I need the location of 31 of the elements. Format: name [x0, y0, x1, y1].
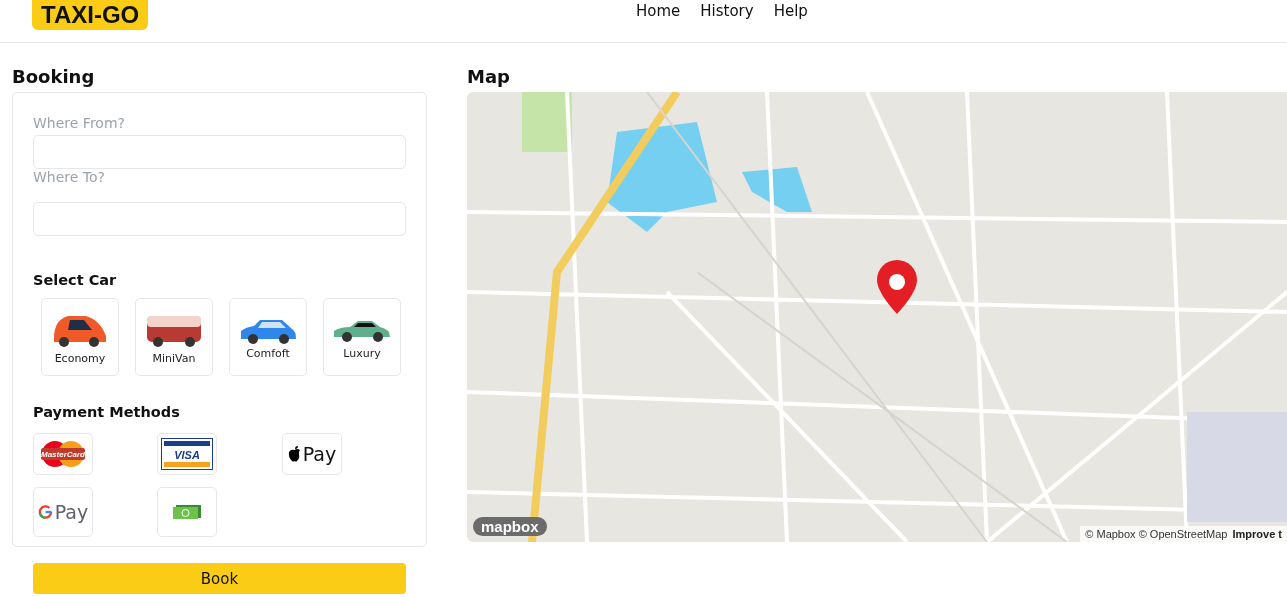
apple-icon	[287, 446, 301, 462]
payment-option[interactable]: Pay	[282, 433, 342, 475]
cash-icon	[172, 504, 202, 520]
map-heading: Map	[467, 65, 511, 89]
nav-link[interactable]: History	[700, 2, 754, 20]
book-button[interactable]: Book	[33, 563, 406, 594]
map-panel[interactable]: mapbox © Mapbox © OpenStreetMap Improve t	[467, 92, 1287, 542]
mapbox-logo[interactable]: mapbox	[473, 517, 547, 536]
field-label: Where To?	[33, 169, 106, 185]
location-input[interactable]	[33, 135, 406, 169]
pay-text: Pay	[302, 443, 337, 465]
pay-text: Pay	[54, 501, 89, 523]
improve-map-link[interactable]: Improve t	[1232, 528, 1282, 540]
attribution-text: © Mapbox © OpenStreetMap	[1085, 528, 1228, 540]
car-option[interactable]: MiniVan	[135, 298, 213, 376]
google-g-icon	[37, 504, 53, 520]
payment-option[interactable]: Pay	[33, 487, 93, 537]
payment-methods-heading: Payment Methods	[33, 404, 181, 420]
mastercard-logo: MasterCard	[39, 440, 87, 468]
booking-heading: Booking	[12, 65, 96, 89]
payment-option[interactable]	[157, 487, 217, 537]
payment-option[interactable]: MasterCard	[33, 433, 93, 475]
nav-link[interactable]: Home	[636, 2, 681, 20]
taxi-go-logo[interactable]: TAXI-GO	[32, 0, 149, 30]
nav-link[interactable]: Help	[773, 2, 808, 20]
field-label: Where From?	[33, 115, 126, 131]
car-option[interactable]: Luxury	[323, 298, 401, 376]
car-option[interactable]: Economy	[41, 298, 119, 376]
location-input[interactable]	[33, 202, 406, 236]
car-option[interactable]: Comfoft	[229, 298, 307, 376]
select-car-heading: Select Car	[33, 272, 118, 288]
